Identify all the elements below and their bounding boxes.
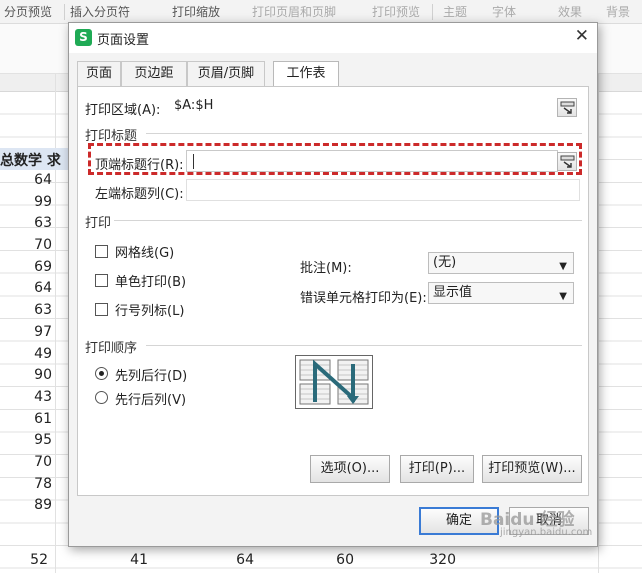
errors-label: 错误单元格打印为(E): (300, 291, 427, 306)
table-cell[interactable]: 64 (214, 552, 254, 568)
ribbon-print-header-footer[interactable]: 打印页眉和页脚 (252, 3, 336, 20)
table-cell[interactable]: 63 (0, 300, 52, 322)
ribbon-effects[interactable]: 效果 (558, 3, 582, 20)
table-cell[interactable]: 41 (108, 552, 148, 568)
down-then-over-label: 先列后行(D) (115, 369, 188, 384)
top-rows-input[interactable] (186, 150, 558, 172)
divider (114, 220, 582, 221)
baidu-watermark-url: jingyan.baidu.com (500, 527, 593, 538)
tab-margins[interactable]: 页边距 (121, 61, 187, 87)
top-rows-label: 顶端标题行(R): (95, 158, 184, 173)
table-cell[interactable]: 97 (0, 322, 52, 344)
table-cell[interactable]: 89 (0, 495, 52, 517)
mono-print-checkbox[interactable] (95, 274, 108, 287)
print-order-preview (295, 355, 373, 409)
mono-print-label: 单色打印(B) (115, 275, 187, 290)
tab-page[interactable]: 页面 (77, 61, 121, 87)
sheet-header-text: 总数学 求 (0, 153, 61, 169)
over-then-down-radio[interactable] (95, 391, 108, 404)
table-cell[interactable]: 70 (0, 235, 52, 257)
text-caret (193, 154, 194, 169)
row-col-headers-label: 行号列标(L) (115, 304, 185, 319)
ribbon-page-break-preview[interactable]: 分页预览 (4, 3, 52, 20)
table-cell[interactable]: 63 (0, 213, 52, 235)
divider (146, 133, 582, 134)
tab-sheet[interactable]: 工作表 (273, 61, 339, 88)
table-cell[interactable]: 70 (0, 452, 52, 474)
comments-select[interactable]: (无) ▼ (428, 252, 574, 274)
table-cell[interactable]: 60 (314, 552, 354, 568)
table-cell[interactable]: 69 (0, 257, 52, 279)
table-cell[interactable]: 95 (0, 430, 52, 452)
tab-header-footer[interactable]: 页眉/页脚 (187, 61, 265, 87)
close-icon[interactable]: ✕ (575, 26, 589, 46)
table-cell[interactable]: 64 (0, 278, 52, 300)
print-button[interactable]: 打印(P)... (400, 455, 474, 483)
page-setup-dialog: S 页面设置 ✕ 页面 页边距 页眉/页脚 工作表 打印区域(A): $A:$H… (68, 22, 598, 547)
print-order-section: 打印顺序 (85, 341, 138, 356)
comments-value: (无) (433, 255, 457, 270)
range-select-icon (560, 155, 575, 168)
dialog-titlebar[interactable]: S 页面设置 ✕ (69, 23, 597, 53)
ribbon-separator (432, 4, 433, 20)
row-col-headers-checkbox[interactable] (95, 303, 108, 316)
wps-app-icon: S (75, 29, 92, 46)
table-cell[interactable]: 90 (0, 365, 52, 387)
divider (146, 345, 582, 346)
options-button[interactable]: 选项(O)... (310, 455, 390, 483)
dialog-title: 页面设置 (97, 33, 150, 48)
errors-select[interactable]: 显示值 ▼ (428, 282, 574, 304)
print-area-value: $A:$H (174, 98, 214, 113)
table-cell[interactable]: 43 (0, 387, 52, 409)
down-then-over-radio[interactable] (95, 367, 108, 380)
ribbon-font[interactable]: 字体 (492, 3, 516, 20)
print-section: 打印 (85, 216, 112, 231)
table-cell[interactable]: 52 (8, 552, 48, 568)
print-area-collapse-button[interactable] (557, 98, 577, 117)
grid-column-line (598, 74, 599, 573)
gridlines-label: 网格线(G) (115, 246, 175, 261)
errors-value: 显示值 (433, 285, 473, 300)
ribbon-theme[interactable]: 主题 (443, 3, 467, 20)
print-preview-button[interactable]: 打印预览(W)... (482, 455, 582, 483)
left-cols-input[interactable] (186, 179, 580, 201)
table-cell[interactable]: 61 (0, 409, 52, 431)
ribbon-background[interactable]: 背景 (606, 3, 630, 20)
top-rows-collapse-button[interactable] (557, 152, 577, 171)
print-area-field[interactable]: $A:$H (170, 96, 580, 118)
print-area-label: 打印区域(A): (85, 103, 161, 118)
table-cell[interactable]: 99 (0, 192, 52, 214)
ribbon-insert-page-break[interactable]: 插入分页符 (70, 3, 130, 20)
gridlines-checkbox[interactable] (95, 245, 108, 258)
table-cell[interactable]: 78 (0, 474, 52, 496)
comments-label: 批注(M): (300, 261, 352, 276)
ribbon-toolbar: 分页预览 插入分页符 打印缩放 打印页眉和页脚 打印预览 主题 字体 效果 背景 (0, 0, 642, 24)
chevron-down-icon: ▼ (559, 291, 567, 302)
math-score-column: 64 99 63 70 69 64 63 97 49 90 43 61 95 7… (0, 170, 52, 517)
ribbon-print-scaling[interactable]: 打印缩放 (172, 3, 220, 20)
ribbon-print-preview[interactable]: 打印预览 (372, 3, 420, 20)
print-titles-section: 打印标题 (85, 129, 138, 144)
page-order-icon (299, 359, 369, 405)
chevron-down-icon: ▼ (559, 261, 567, 272)
table-cell[interactable]: 320 (416, 552, 456, 568)
over-then-down-label: 先行后列(V) (115, 393, 187, 408)
table-cell[interactable]: 49 (0, 344, 52, 366)
range-select-icon (560, 101, 575, 114)
ribbon-separator (64, 4, 65, 20)
sheet-tab-panel: 打印区域(A): $A:$H 打印标题 顶端标题行(R): 左端标题列(C): … (77, 86, 589, 496)
table-cell[interactable]: 64 (0, 170, 52, 192)
left-cols-label: 左端标题列(C): (95, 187, 184, 202)
